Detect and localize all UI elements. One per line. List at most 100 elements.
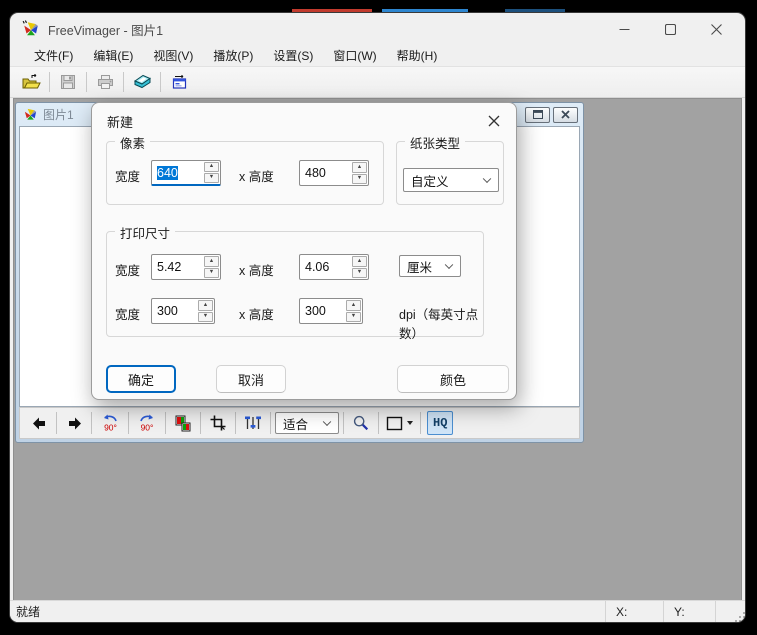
spin-up-button[interactable]: ▲ [204, 256, 219, 267]
resize-grip-icon[interactable] [739, 616, 741, 618]
menu-item-settings[interactable]: 设置(S) [263, 44, 323, 67]
cancel-button[interactable]: 取消 [216, 365, 286, 393]
close-button[interactable] [693, 13, 739, 45]
zoom-mode-value: 适合 [283, 414, 308, 433]
toolbar-separator [235, 412, 236, 434]
save-floppy-icon [60, 74, 76, 90]
high-quality-toggle[interactable]: HQ [427, 411, 453, 435]
status-y-coordinate: Y: [663, 601, 715, 622]
menu-item-edit[interactable]: 编辑(E) [83, 44, 143, 67]
dpi-width-spinner[interactable]: 300 ▲ ▼ [151, 298, 215, 324]
toolbar-separator [200, 412, 201, 434]
menu-item-play[interactable]: 播放(P) [203, 44, 263, 67]
status-ready-text: 就绪 [10, 603, 605, 620]
rotate-left-90-button[interactable]: 90° [96, 411, 124, 435]
toolbar-separator [270, 412, 271, 434]
maximize-button[interactable] [647, 13, 693, 45]
pixel-height-value: 480 [305, 166, 326, 180]
ok-button[interactable]: 确定 [106, 365, 176, 393]
image-document-icon [23, 107, 38, 122]
adjust-levels-button[interactable] [240, 411, 266, 435]
cancel-button-label: 取消 [238, 370, 264, 389]
window-title: FreeVimager - 图片1 [48, 20, 163, 39]
dpi-height-value: 300 [305, 304, 326, 318]
toolbar-separator [128, 412, 129, 434]
paper-type-value: 自定义 [411, 171, 449, 190]
spin-down-icon: ▼ [357, 270, 362, 276]
pixel-width-spinner[interactable]: 640 ▲ ▼ [151, 160, 221, 186]
pixel-height-spinner[interactable]: 480 ▲ ▼ [299, 160, 369, 186]
spin-down-icon: ▼ [357, 176, 362, 182]
scan-acquire-button[interactable] [127, 70, 157, 95]
open-image-button[interactable] [16, 70, 46, 95]
select-source-dialog-icon [171, 74, 188, 90]
spin-down-button[interactable]: ▼ [204, 173, 219, 183]
next-image-button[interactable] [61, 411, 87, 435]
spin-down-button[interactable]: ▼ [346, 312, 361, 323]
selection-shape-button[interactable] [383, 411, 416, 435]
rotate-right-90-button[interactable]: 90° [133, 411, 161, 435]
dialog-title: 新建 [107, 112, 133, 131]
y-label: Y: [674, 605, 685, 619]
pixels-group: 像素 宽度 640 ▲ ▼ x 高度 480 ▲ ▼ [106, 141, 384, 205]
viewer-toolbar: 90° 90° [19, 407, 580, 439]
close-icon [488, 115, 500, 127]
maximize-icon [665, 24, 676, 35]
dropdown-arrow-icon [407, 421, 413, 425]
color-button[interactable]: 颜色 [397, 365, 509, 393]
close-icon [561, 110, 570, 119]
freevimager-window: FreeVimager - 图片1 文件(F) 编辑(E) 视图(V) 播放(P… [10, 13, 745, 622]
save-button[interactable] [53, 70, 83, 95]
toolbar-separator [91, 412, 92, 434]
print-unit-select[interactable]: 厘米 [399, 255, 461, 277]
spin-up-button[interactable]: ▲ [346, 300, 361, 311]
spin-down-button[interactable]: ▼ [352, 268, 367, 279]
x-label: X: [616, 605, 627, 619]
menu-bar: 文件(F) 编辑(E) 视图(V) 播放(P) 设置(S) 窗口(W) 帮助(H… [10, 45, 745, 67]
zoom-mode-select[interactable]: 适合 [275, 412, 339, 434]
spin-up-button[interactable]: ▲ [204, 162, 219, 172]
menu-item-file[interactable]: 文件(F) [24, 44, 83, 67]
previous-image-button[interactable] [26, 411, 52, 435]
image-window-close-button[interactable] [553, 107, 578, 123]
menu-item-view[interactable]: 视图(V) [143, 44, 203, 67]
paper-type-select[interactable]: 自定义 [403, 168, 499, 192]
print-height-spinner[interactable]: 4.06 ▲ ▼ [299, 254, 369, 280]
spin-down-button[interactable]: ▼ [204, 268, 219, 279]
color-channels-button[interactable] [170, 411, 196, 435]
dialog-close-button[interactable] [487, 114, 501, 128]
open-folder-icon [22, 74, 41, 90]
app-logo-icon [22, 20, 40, 38]
spin-up-button[interactable]: ▲ [352, 162, 367, 173]
print-height-label: x 高度 [239, 260, 274, 279]
print-height-value: 4.06 [305, 260, 329, 274]
print-width-label: 宽度 [115, 260, 140, 279]
dpi-height-spinner[interactable]: 300 ▲ ▼ [299, 298, 363, 324]
spin-up-icon: ▲ [357, 165, 362, 171]
menu-item-help[interactable]: 帮助(H) [387, 44, 448, 67]
spin-up-button[interactable]: ▲ [198, 300, 213, 311]
image-window-restore-button[interactable] [525, 107, 550, 123]
dpi-unit-text: dpi（每英寸点数） [399, 304, 483, 342]
zoom-tool-button[interactable] [348, 411, 374, 435]
new-image-dialog: 新建 像素 宽度 640 ▲ ▼ [91, 102, 517, 400]
toolbar-separator [378, 412, 379, 434]
select-scanner-source-button[interactable] [164, 70, 194, 95]
toolbar-separator [420, 412, 421, 434]
print-button[interactable] [90, 70, 120, 95]
menu-item-window[interactable]: 窗口(W) [323, 44, 386, 67]
status-bar-tail [715, 601, 745, 622]
status-bar: 就绪 X: Y: [10, 600, 745, 622]
print-width-spinner[interactable]: 5.42 ▲ ▼ [151, 254, 221, 280]
window-controls [601, 13, 739, 45]
spin-down-button[interactable]: ▼ [198, 312, 213, 323]
minimize-button[interactable] [601, 13, 647, 45]
close-icon [711, 24, 722, 35]
print-size-group: 打印尺寸 宽度 5.42 ▲ ▼ x 高度 4.06 ▲ [106, 231, 484, 337]
dpi-width-value: 300 [157, 304, 178, 318]
crop-button[interactable] [205, 411, 231, 435]
spin-down-button[interactable]: ▼ [352, 174, 367, 185]
spin-up-button[interactable]: ▲ [352, 256, 367, 267]
svg-text:90°: 90° [141, 423, 154, 433]
ok-button-label: 确定 [128, 370, 154, 389]
